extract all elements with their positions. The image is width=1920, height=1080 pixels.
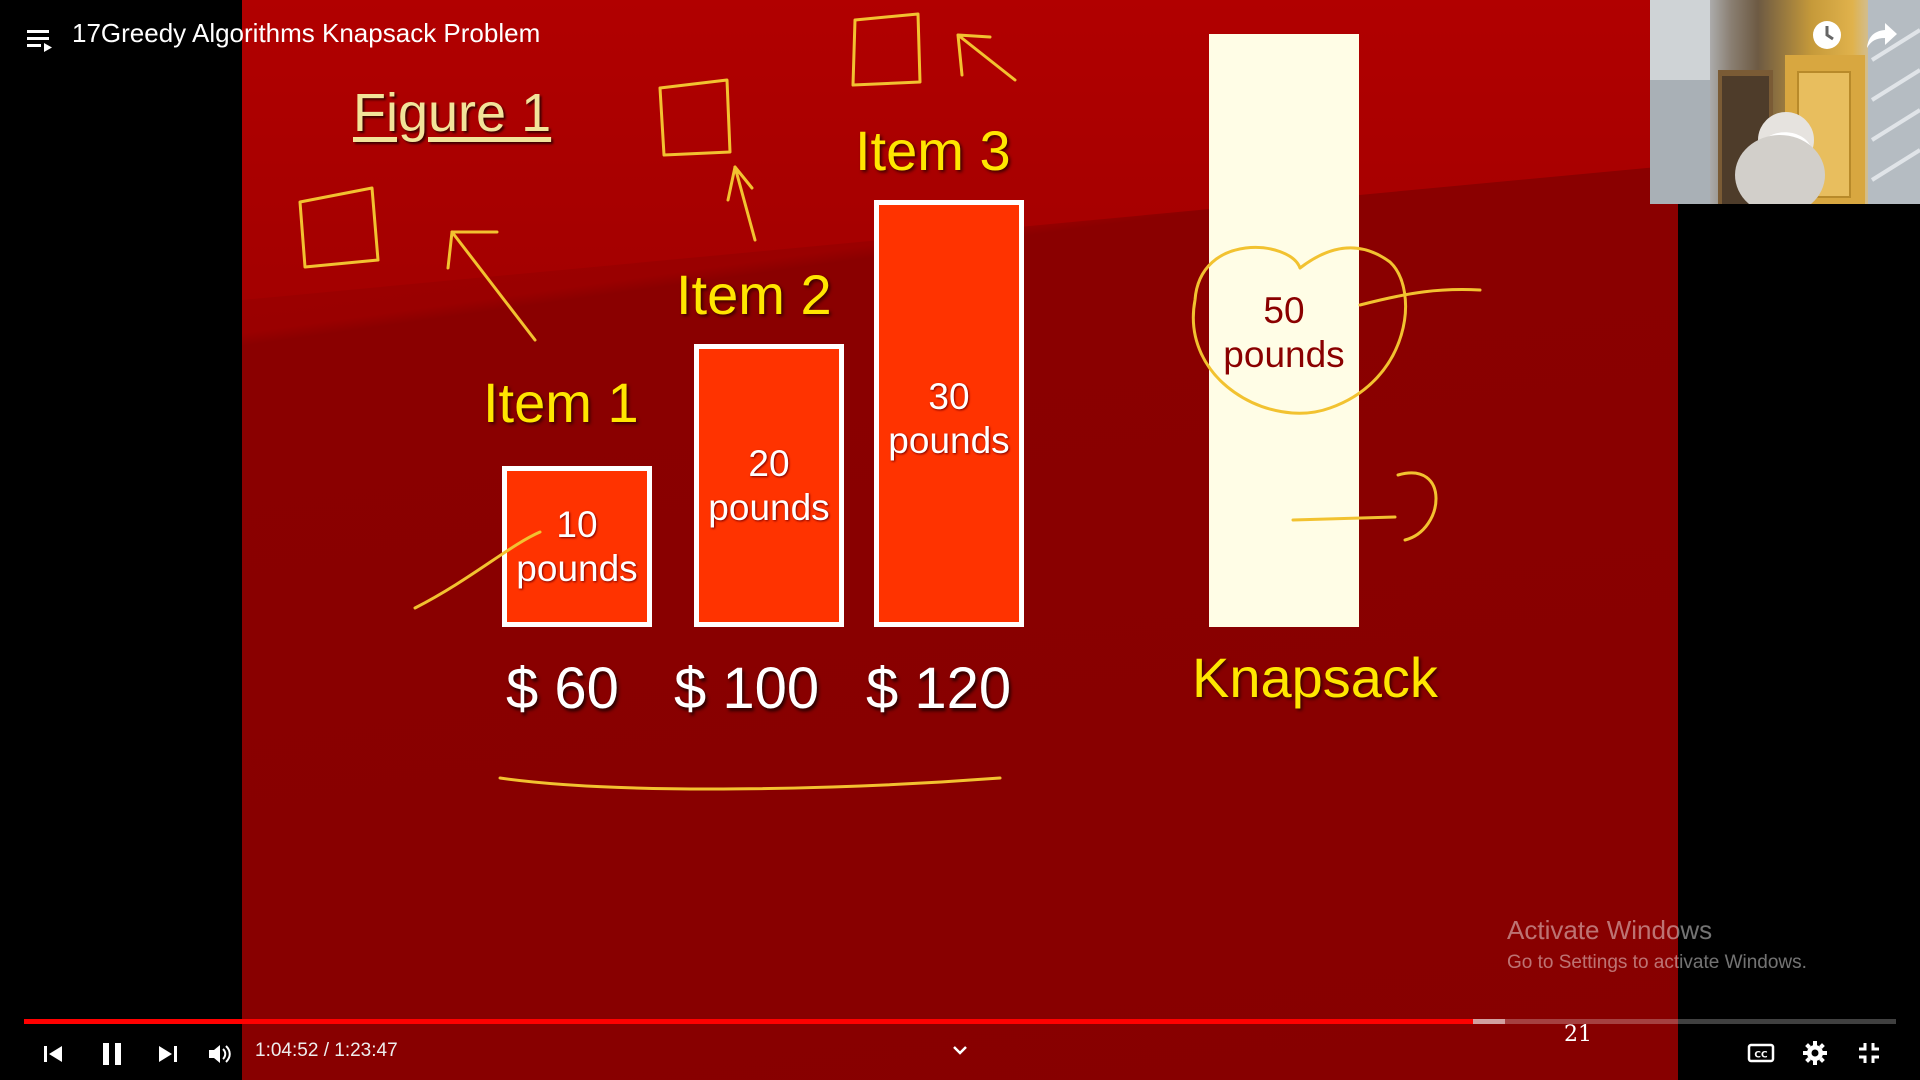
time-display: 1:04:52 / 1:23:47 — [255, 1040, 398, 1062]
knapsack-capacity-unit: pounds — [1223, 334, 1345, 375]
item-2-label: Item 2 — [676, 263, 832, 326]
knapsack-capacity-value: 50 — [1263, 290, 1305, 331]
item-3-price: $ 120 — [866, 656, 1012, 721]
knapsack-label: Knapsack — [1192, 646, 1438, 709]
skip-previous-icon[interactable] — [33, 1034, 73, 1074]
clock-icon[interactable] — [1807, 15, 1847, 55]
duration: 1:23:47 — [334, 1040, 398, 1061]
item-1-box: 10 pounds — [502, 466, 652, 627]
exit-fullscreen-icon[interactable] — [1849, 1033, 1889, 1073]
pause-icon[interactable] — [92, 1034, 132, 1074]
skip-next-icon[interactable] — [148, 1034, 188, 1074]
player-top-bar: 17Greedy Algorithms Knapsack Problem — [0, 0, 1897, 70]
figure-title: Figure 1 — [353, 83, 552, 143]
svg-text:CC: CC — [1754, 1051, 1768, 1061]
playlist-icon[interactable] — [20, 19, 60, 59]
player-controls: 1:04:52 / 1:23:47 CC — [0, 1030, 1920, 1080]
item-2-box: 20 pounds — [694, 344, 844, 627]
video-title[interactable]: 17Greedy Algorithms Knapsack Problem — [72, 18, 540, 49]
progress-bar[interactable] — [24, 1019, 1896, 1024]
volume-icon[interactable] — [200, 1034, 240, 1074]
gear-icon[interactable] — [1795, 1033, 1835, 1073]
item-1-price: $ 60 — [506, 656, 619, 721]
slide: Figure 1 Item 1 10 pounds $ 60 Item 2 20… — [242, 0, 1678, 1080]
cc-icon[interactable]: CC — [1741, 1033, 1781, 1073]
time-separator: / — [323, 1040, 335, 1061]
item-1-weight-unit: pounds — [516, 547, 638, 589]
chevron-down-icon[interactable] — [940, 1030, 980, 1070]
activate-windows-title: Activate Windows — [1507, 915, 1713, 945]
knapsack-capacity: 50 pounds — [1209, 289, 1359, 377]
knapsack-bar: 50 pounds — [1209, 34, 1359, 627]
item-2-weight-unit: pounds — [708, 486, 830, 528]
item-3-label: Item 3 — [855, 119, 1011, 182]
item-1-weight-value: 10 — [556, 503, 598, 545]
item-3-box: 30 pounds — [874, 200, 1024, 627]
progress-played — [24, 1019, 1474, 1024]
current-time: 1:04:52 — [255, 1040, 319, 1061]
item-1-label: Item 1 — [483, 371, 639, 434]
item-3-weight-unit: pounds — [888, 420, 1010, 461]
activate-windows-subtitle: Go to Settings to activate Windows. — [1507, 952, 1807, 973]
item-2-weight-value: 20 — [748, 442, 790, 484]
share-icon[interactable] — [1862, 15, 1902, 55]
item-2-price: $ 100 — [674, 656, 820, 721]
item-3-weight-value: 30 — [928, 376, 970, 417]
